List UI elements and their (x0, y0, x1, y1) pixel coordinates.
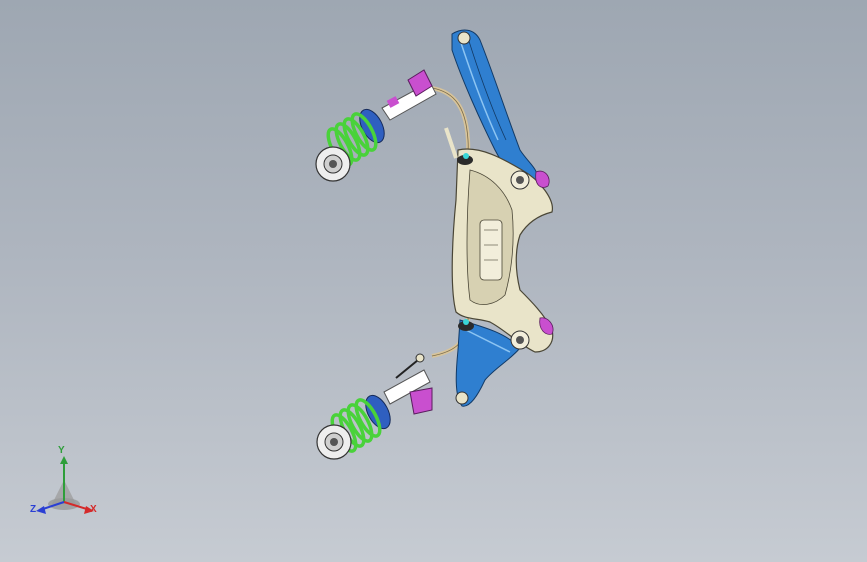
strut-assembly-lower[interactable] (316, 369, 433, 460)
front-subframe[interactable] (451, 148, 554, 353)
triad-y-arrow-icon (60, 456, 68, 464)
stabilizer-link-joint (415, 353, 425, 363)
triad-z-arrow-icon (36, 506, 46, 514)
triad-z-label: Z (30, 504, 37, 515)
view-orientation-triad[interactable]: Y X Z (24, 446, 104, 526)
triad-y-label: Y (58, 445, 65, 456)
suspension-model[interactable] (0, 0, 867, 562)
triad-x-label: X (90, 504, 97, 515)
stabilizer-link-upper[interactable] (444, 127, 458, 159)
strut-assembly-upper[interactable] (315, 69, 437, 182)
graphics-viewport[interactable]: Y X Z (0, 0, 867, 562)
